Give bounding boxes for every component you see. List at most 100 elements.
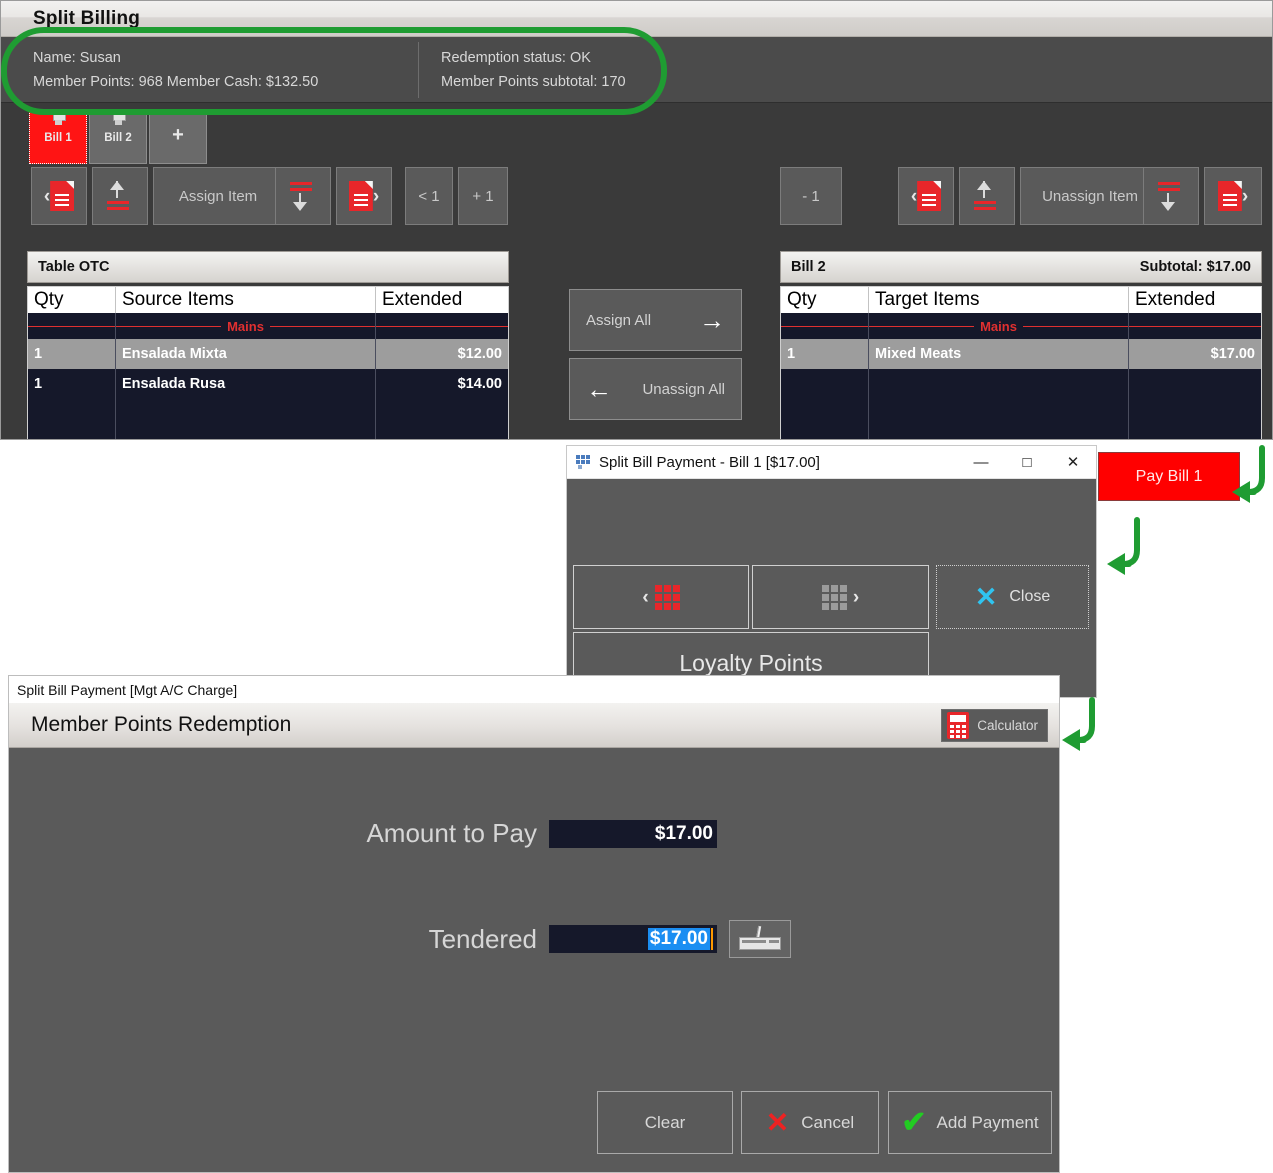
unassign-item-label: Unassign Item [1042, 187, 1138, 205]
move-up-icon [107, 181, 133, 211]
qty-minus-one-button[interactable]: - 1 [780, 167, 842, 225]
bill-icon [112, 114, 126, 127]
arrow-right-icon: → [699, 305, 725, 335]
member-name: Name: Susan [33, 49, 121, 66]
assign-item-button[interactable]: Assign Item [153, 167, 283, 225]
clear-button[interactable]: Clear [597, 1091, 733, 1154]
pay-bill-annotation-chip: Pay Bill 1 [1098, 452, 1240, 501]
add-payment-button[interactable]: ✔ Add Payment [888, 1091, 1052, 1154]
assign-item-label: Assign Item [178, 187, 258, 205]
source-col-qty: Qty [28, 287, 116, 313]
plus-icon: + [172, 124, 184, 146]
keyboard-icon [739, 925, 781, 950]
redemption-title: Member Points Redemption [31, 713, 292, 736]
tendered-input[interactable]: $17.00 [549, 925, 717, 953]
source-grid-header-row: Qty Source Items Extended [28, 287, 508, 313]
bill-tab-label: Bill 2 [104, 132, 132, 144]
source-move-up-button[interactable] [92, 167, 148, 225]
pay-bill-chip-label: Pay Bill 1 [1135, 467, 1203, 485]
row-item: Ensalada Rusa [116, 369, 376, 399]
row-item: Mixed Meats [869, 339, 1129, 369]
source-panel-header: Table OTC [27, 251, 509, 283]
redemption-titlebar: Split Bill Payment [Mgt A/C Charge] [9, 676, 1059, 703]
source-grid-empty-area[interactable] [28, 399, 508, 439]
add-payment-button-label: Add Payment [936, 1112, 1039, 1132]
target-prev-doc-button[interactable]: ‹ [898, 167, 954, 225]
table-row[interactable]: 1 Ensalada Mixta $12.00 [28, 339, 508, 369]
cancel-button-label: Cancel [801, 1112, 855, 1132]
target-next-doc-button[interactable]: › [1204, 167, 1262, 225]
source-prev-doc-button[interactable]: ‹ [31, 167, 87, 225]
assign-all-button[interactable]: Assign All → [569, 289, 742, 351]
member-points-subtotal: Member Points subtotal: 170 [441, 73, 626, 90]
annotation-arrow-2 [1107, 517, 1140, 575]
page-title: Split Billing [33, 7, 141, 29]
minimize-button[interactable]: — [958, 446, 1004, 478]
row-extended: $17.00 [1210, 346, 1255, 362]
unassign-all-button[interactable]: ← Unassign All [569, 358, 742, 420]
redemption-titlebar-text: Split Bill Payment [Mgt A/C Charge] [17, 681, 238, 698]
target-panel-title: Bill 2 [791, 259, 826, 275]
minus-one-label: - 1 [802, 187, 820, 205]
close-button[interactable]: ✕ Close [936, 565, 1089, 629]
source-move-down-button[interactable] [275, 167, 331, 225]
arrow-left-icon: ← [586, 374, 612, 404]
calculator-icon [947, 712, 970, 739]
keypad-next-icon [821, 584, 847, 610]
bill-tab-label: Bill 1 [44, 132, 72, 144]
target-items-grid[interactable]: Qty Target Items Extended Mains 1 Mixed … [780, 286, 1262, 439]
target-grid-header-row: Qty Target Items Extended [781, 287, 1261, 313]
row-qty: 1 [28, 339, 116, 369]
maximize-button[interactable]: □ [1004, 446, 1050, 478]
tendered-row: Tendered $17.00 [419, 920, 791, 958]
close-window-button[interactable]: ✕ [1050, 446, 1096, 478]
source-next-doc-button[interactable]: › [336, 167, 392, 225]
text-caret [711, 928, 713, 950]
close-button-label: Close [1009, 588, 1051, 605]
document-prev-icon [917, 181, 942, 211]
tendered-label: Tendered [428, 923, 537, 954]
member-info-panel: Name: Susan Member Points: 968 Member Ca… [1, 37, 1272, 103]
clear-button-label: Clear [644, 1112, 686, 1132]
calculator-button[interactable]: Calculator [941, 709, 1048, 742]
member-redemption-column: Redemption status: OK Member Points subt… [418, 41, 778, 98]
assign-all-label: Assign All [586, 311, 652, 329]
amount-to-pay-label: Amount to Pay [366, 818, 537, 848]
move-up-icon [974, 181, 1000, 211]
redemption-header: Member Points Redemption Calculator [9, 703, 1059, 748]
document-next-icon [348, 181, 373, 211]
prev-payment-page-button[interactable]: ‹ [573, 565, 749, 629]
bill-tab-bill-2[interactable]: Bill 2 [89, 109, 147, 164]
member-identity-column: Name: Susan Member Points: 968 Member Ca… [33, 42, 418, 98]
onscreen-keyboard-button[interactable] [729, 920, 791, 958]
bill-tab-bar: Bill 1 Bill 2 + [1, 103, 1272, 165]
cancel-button[interactable]: ✕ Cancel [741, 1091, 879, 1154]
move-down-icon [1158, 181, 1184, 211]
source-group-separator-row: Mains [28, 313, 508, 339]
source-items-grid[interactable]: Qty Source Items Extended Mains 1 Ensala… [27, 286, 509, 439]
target-move-up-button[interactable] [959, 167, 1015, 225]
payment-dialog-titlebar[interactable]: Split Bill Payment - Bill 1 [$17.00] — □… [567, 446, 1096, 479]
target-move-down-button[interactable] [1143, 167, 1199, 225]
table-row[interactable]: 1 Mixed Meats $17.00 [781, 339, 1261, 369]
table-row[interactable]: 1 Ensalada Rusa $14.00 [28, 369, 508, 399]
target-panel-header: Bill 2 Subtotal: $17.00 [780, 251, 1262, 283]
target-group-separator-row: Mains [781, 313, 1261, 339]
red-x-icon: ✕ [765, 1106, 790, 1138]
target-grid-empty-area[interactable] [781, 369, 1261, 439]
add-bill-tab-button[interactable]: + [149, 109, 207, 164]
move-down-icon [290, 181, 316, 211]
target-col-items: Target Items [869, 287, 1129, 313]
qty-increment-button[interactable]: + 1 [458, 167, 508, 225]
unassign-item-button[interactable]: Unassign Item [1020, 167, 1160, 225]
row-qty: 1 [781, 339, 869, 369]
split-bill-payment-dialog: Split Bill Payment - Bill 1 [$17.00] — □… [566, 445, 1097, 698]
bill-tab-bill-1[interactable]: Bill 1 [29, 109, 87, 164]
unassign-all-label: Unassign All [642, 380, 725, 398]
chevron-right-icon: › [372, 185, 380, 207]
next-payment-page-button[interactable]: › [752, 565, 929, 629]
qty-decrement-button[interactable]: < 1 [405, 167, 453, 225]
windows-app-icon [576, 455, 591, 469]
chevron-left-icon: ‹ [642, 586, 649, 608]
source-col-extended: Extended [382, 289, 463, 310]
